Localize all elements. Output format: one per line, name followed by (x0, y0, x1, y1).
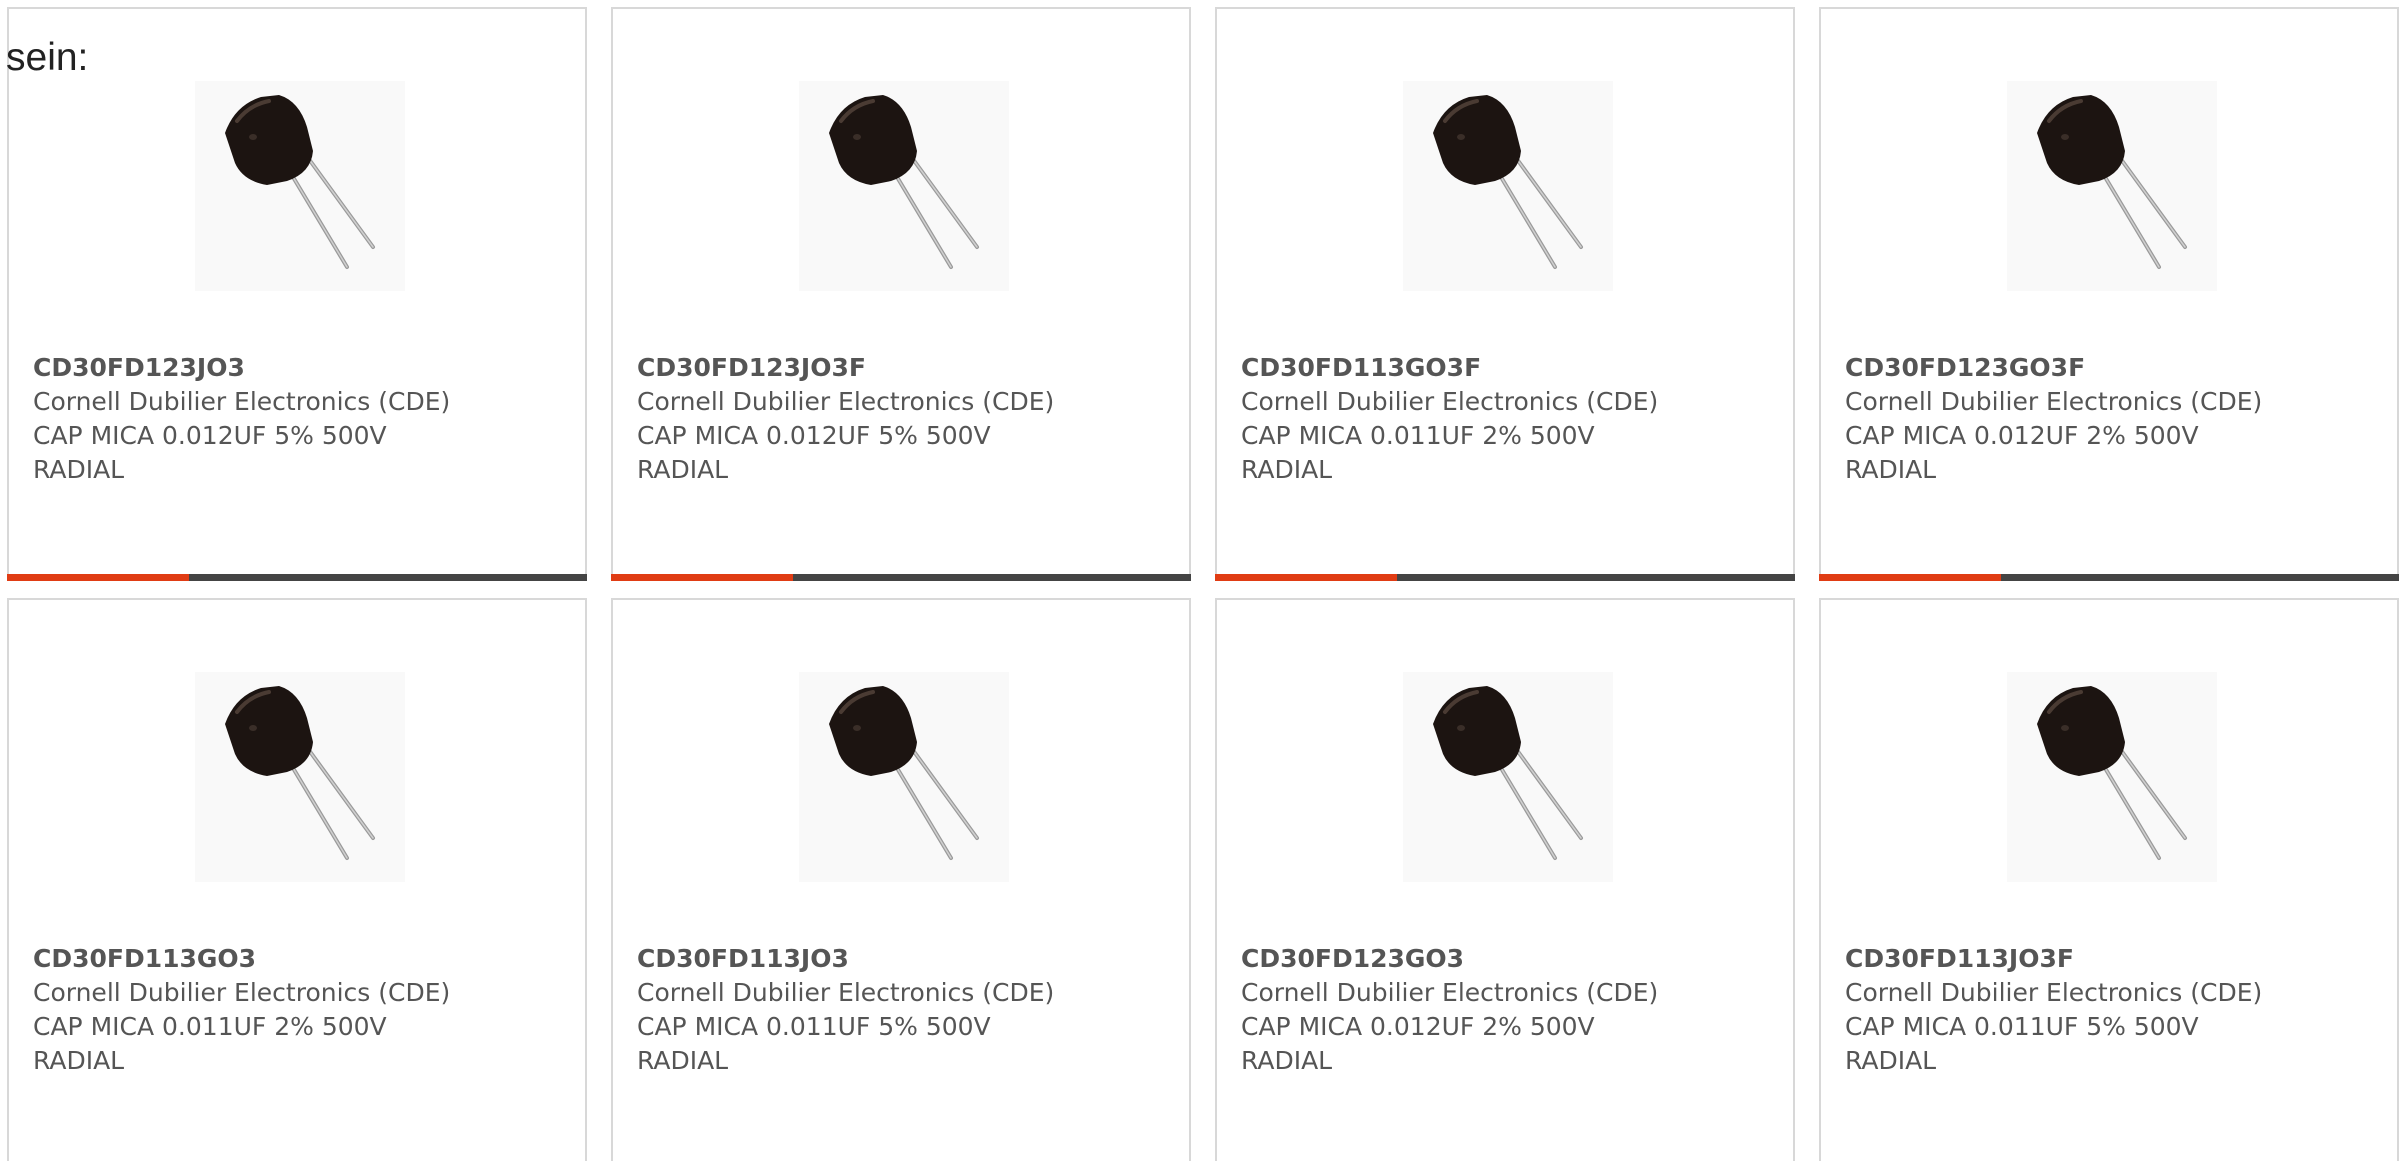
manufacturer: Cornell Dubilier Electronics (CDE) (1845, 978, 2263, 1007)
product-card[interactable]: CD30FD113JO3 Cornell Dubilier Electronic… (611, 598, 1191, 1161)
product-info: CD30FD113JO3F Cornell Dubilier Electroni… (1845, 942, 2365, 1078)
card-footer-bar (7, 574, 587, 581)
part-number[interactable]: CD30FD113JO3 (637, 942, 1157, 976)
mica-capacitor-image (195, 81, 405, 291)
product-image[interactable] (799, 81, 1009, 291)
product-image[interactable] (799, 672, 1009, 882)
product-grid-page: sein: CD30FD123JO3 Cornell Dubilier Elec… (0, 0, 2400, 1161)
part-number[interactable]: CD30FD113GO3F (1241, 351, 1761, 385)
product-image[interactable] (2007, 81, 2217, 291)
manufacturer: Cornell Dubilier Electronics (CDE) (637, 978, 1055, 1007)
part-number[interactable]: CD30FD113JO3F (1845, 942, 2365, 976)
card-footer-bar (1819, 574, 2399, 581)
product-image[interactable] (2007, 672, 2217, 882)
description-line-2: RADIAL (1845, 455, 1937, 484)
product-info: CD30FD113GO3 Cornell Dubilier Electronic… (33, 942, 553, 1078)
manufacturer: Cornell Dubilier Electronics (CDE) (1845, 387, 2263, 416)
card-footer-bar (611, 574, 1191, 581)
mica-capacitor-image (2007, 672, 2217, 882)
product-card[interactable]: CD30FD113JO3F Cornell Dubilier Electroni… (1819, 598, 2399, 1161)
product-info: CD30FD123JO3F Cornell Dubilier Electroni… (637, 351, 1157, 487)
mica-capacitor-image (799, 81, 1009, 291)
part-number[interactable]: CD30FD123JO3 (33, 351, 553, 385)
description-line-2: RADIAL (637, 455, 729, 484)
card-footer-bar (1215, 574, 1795, 581)
product-image[interactable] (195, 81, 405, 291)
description-line-1: CAP MICA 0.012UF 2% 500V (1241, 1012, 1595, 1041)
part-number[interactable]: CD30FD123GO3 (1241, 942, 1761, 976)
card-footer-accent (611, 574, 793, 581)
mica-capacitor-image (1403, 672, 1613, 882)
description-line-2: RADIAL (33, 455, 125, 484)
intro-text: sein: (6, 36, 89, 79)
mica-capacitor-image (195, 672, 405, 882)
description-line-1: CAP MICA 0.012UF 5% 500V (637, 421, 991, 450)
product-info: CD30FD123JO3 Cornell Dubilier Electronic… (33, 351, 553, 487)
product-card[interactable]: CD30FD123JO3 Cornell Dubilier Electronic… (7, 7, 587, 581)
product-card[interactable]: CD30FD123GO3F Cornell Dubilier Electroni… (1819, 7, 2399, 581)
manufacturer: Cornell Dubilier Electronics (CDE) (637, 387, 1055, 416)
part-number[interactable]: CD30FD123JO3F (637, 351, 1157, 385)
product-info: CD30FD123GO3F Cornell Dubilier Electroni… (1845, 351, 2365, 487)
description-line-2: RADIAL (1241, 1046, 1333, 1075)
mica-capacitor-image (1403, 81, 1613, 291)
description-line-1: CAP MICA 0.011UF 2% 500V (1241, 421, 1595, 450)
part-number[interactable]: CD30FD113GO3 (33, 942, 553, 976)
product-card[interactable]: CD30FD123GO3 Cornell Dubilier Electronic… (1215, 598, 1795, 1161)
part-number[interactable]: CD30FD123GO3F (1845, 351, 2365, 385)
manufacturer: Cornell Dubilier Electronics (CDE) (1241, 978, 1659, 1007)
product-info: CD30FD113JO3 Cornell Dubilier Electronic… (637, 942, 1157, 1078)
description-line-1: CAP MICA 0.012UF 2% 500V (1845, 421, 2199, 450)
card-footer-accent (1819, 574, 2001, 581)
description-line-2: RADIAL (1845, 1046, 1937, 1075)
product-card[interactable]: CD30FD123JO3F Cornell Dubilier Electroni… (611, 7, 1191, 581)
description-line-1: CAP MICA 0.011UF 2% 500V (33, 1012, 387, 1041)
product-grid: CD30FD123JO3 Cornell Dubilier Electronic… (7, 7, 2399, 1161)
description-line-1: CAP MICA 0.012UF 5% 500V (33, 421, 387, 450)
mica-capacitor-image (799, 672, 1009, 882)
product-image[interactable] (1403, 672, 1613, 882)
card-footer-accent (1215, 574, 1397, 581)
manufacturer: Cornell Dubilier Electronics (CDE) (33, 978, 451, 1007)
product-card[interactable]: CD30FD113GO3 Cornell Dubilier Electronic… (7, 598, 587, 1161)
description-line-2: RADIAL (637, 1046, 729, 1075)
manufacturer: Cornell Dubilier Electronics (CDE) (1241, 387, 1659, 416)
manufacturer: Cornell Dubilier Electronics (CDE) (33, 387, 451, 416)
product-info: CD30FD123GO3 Cornell Dubilier Electronic… (1241, 942, 1761, 1078)
description-line-1: CAP MICA 0.011UF 5% 500V (637, 1012, 991, 1041)
mica-capacitor-image (2007, 81, 2217, 291)
product-card[interactable]: CD30FD113GO3F Cornell Dubilier Electroni… (1215, 7, 1795, 581)
description-line-2: RADIAL (33, 1046, 125, 1075)
description-line-1: CAP MICA 0.011UF 5% 500V (1845, 1012, 2199, 1041)
product-info: CD30FD113GO3F Cornell Dubilier Electroni… (1241, 351, 1761, 487)
card-footer-accent (7, 574, 189, 581)
product-image[interactable] (195, 672, 405, 882)
description-line-2: RADIAL (1241, 455, 1333, 484)
product-image[interactable] (1403, 81, 1613, 291)
